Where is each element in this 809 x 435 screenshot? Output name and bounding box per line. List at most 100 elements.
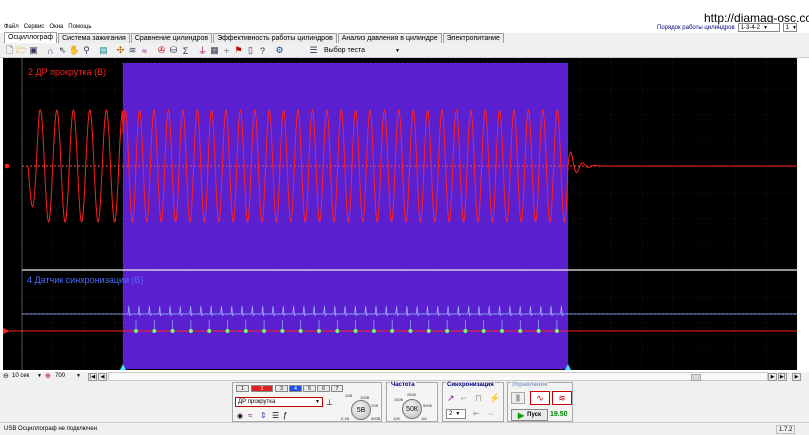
sync-marker: [152, 329, 157, 333]
open-folder-icon[interactable]: 🗁: [16, 45, 27, 56]
channel-button-6[interactable]: 6: [317, 385, 330, 392]
chevron-down-icon: ▼: [395, 47, 400, 54]
pause-button[interactable]: ||: [511, 392, 525, 404]
channel-button-5[interactable]: 5: [303, 385, 316, 392]
sync-level-icon[interactable]: ⇤: [473, 409, 480, 418]
channel-settings: 1 2 3 4 5 6 7 ДР прокрутка ▼ ⊥ ◉ ≈ ⇕ ☰ ƒ…: [232, 382, 382, 422]
selection-region[interactable]: [123, 63, 568, 369]
tab-ignition[interactable]: Система зажигания: [58, 33, 130, 43]
oscilloscope-view[interactable]: 2 ДР прокрутка (В) 4 Датчик синхронизаци…: [0, 58, 809, 372]
chevron-down-icon[interactable]: ▼: [37, 373, 42, 379]
channel-name-select[interactable]: ДР прокрутка ▼: [235, 397, 323, 407]
sync-marker: [335, 329, 340, 333]
cylinder-icon[interactable]: ⛁: [168, 45, 179, 56]
sync-marker: [371, 329, 376, 333]
flag-icon[interactable]: ⚑: [233, 45, 244, 56]
menu-file[interactable]: Файл: [4, 24, 19, 30]
horizontal-scrollbar[interactable]: [108, 372, 768, 381]
tab-cylinder-compare[interactable]: Сравнение цилиндров: [130, 33, 213, 43]
sync-falling-icon[interactable]: ⌐: [461, 393, 466, 403]
start-button[interactable]: ▶ Пуск: [511, 409, 548, 421]
scroll-prev-button[interactable]: ◀: [98, 373, 107, 381]
scroll-thumb[interactable]: [691, 374, 701, 381]
list-icon[interactable]: ☰: [272, 411, 279, 420]
formula-icon[interactable]: ƒ: [283, 411, 287, 420]
channel-button-3[interactable]: 3: [275, 385, 288, 392]
sync-title: Синхронизация: [446, 382, 495, 388]
chevron-down-icon: ▼: [792, 24, 797, 31]
ch1-offset-handle[interactable]: [4, 163, 10, 169]
frequency-knob[interactable]: 50К: [402, 399, 422, 419]
oscilloscope-canvas[interactable]: [0, 58, 809, 372]
frequency-tick-100k: 100К: [394, 397, 404, 402]
tab-power-supply[interactable]: Электропитание: [442, 33, 504, 43]
sync-rising-icon[interactable]: ↗: [447, 393, 455, 404]
test-select[interactable]: ☰ Выбор теста ▼: [308, 45, 402, 56]
grid-wave-icon[interactable]: ≋: [127, 45, 138, 56]
eye-icon[interactable]: ◉: [237, 412, 243, 420]
capture-icon[interactable]: ▤: [98, 45, 109, 56]
multi-wave-icon: ≋: [558, 393, 566, 403]
probe-icon[interactable]: ⊥: [326, 398, 333, 407]
table-icon[interactable]: ▦: [209, 45, 220, 56]
scroll-first-button[interactable]: |◀: [88, 373, 97, 381]
frequency-tick-250k: 250К: [407, 392, 417, 397]
channel-button-2[interactable]: 2: [251, 385, 273, 392]
settings-icon[interactable]: ⚙: [274, 45, 285, 56]
hand-icon[interactable]: ✋: [69, 45, 80, 56]
channel-button-4[interactable]: 4: [289, 385, 302, 392]
start-label: Пуск: [527, 412, 541, 418]
channel-button-7[interactable]: 7: [331, 385, 343, 392]
frequency-title: Частота: [390, 382, 416, 388]
voltage-knob-value: 5В: [356, 406, 366, 414]
single-wave-button[interactable]: ∿: [530, 391, 550, 405]
fan-icon[interactable]: ✇: [156, 45, 167, 56]
new-file-icon[interactable]: 🗋: [4, 45, 15, 56]
voltage-knob[interactable]: 5В: [351, 400, 371, 420]
dc-icon[interactable]: ⇕: [260, 411, 267, 420]
timebase-value[interactable]: 10 сек: [12, 373, 29, 379]
wave-compare-icon[interactable]: ≈: [139, 45, 150, 56]
menu-help[interactable]: Помощь: [68, 24, 91, 30]
tab-oscilloscope[interactable]: Осциллограф: [4, 32, 58, 43]
sync-channel-select[interactable]: 2 ▼: [446, 409, 466, 419]
cylinder-count-select[interactable]: 1 ▼: [782, 23, 797, 32]
sync-marker: [243, 329, 248, 333]
tab-pressure-analysis[interactable]: Анализ давления в цилиндре: [337, 33, 442, 43]
save-icon[interactable]: ▣: [28, 45, 39, 56]
continuous-wave-button[interactable]: ≋: [552, 391, 572, 405]
toolbar: 🗋 🗁 ▣ ∩ ⇖ ✋ ⚲ ▤ ✣ ≋ ≈ ✇ ⛁ Σ ⏚ ▦ ÷ ⚑ ▯ ? …: [0, 44, 809, 58]
sync-pulse-icon[interactable]: ⊓: [475, 393, 482, 404]
zoom-value[interactable]: 700: [55, 373, 65, 379]
divide-icon[interactable]: ÷: [221, 45, 232, 56]
cylinder-order: Порядок работы цилиндров 1-3-4-2 ▼ 1 ▼: [657, 23, 797, 32]
channel-button-1[interactable]: 1: [236, 385, 249, 392]
cursor-icon[interactable]: ⇖: [57, 45, 68, 56]
cylinder-order-label: Порядок работы цилиндров: [657, 24, 735, 31]
menu-windows[interactable]: Окна: [49, 24, 63, 30]
info-icon[interactable]: ?: [257, 45, 268, 56]
frequency-tick-10k: 10K: [393, 416, 401, 421]
sync-auto-icon[interactable]: ⚡: [489, 393, 500, 404]
page-icon[interactable]: ▯: [245, 45, 256, 56]
zoom-icon[interactable]: ⚲: [81, 45, 92, 56]
invert-icon[interactable]: ≈: [248, 411, 252, 420]
zoom-in-icon[interactable]: ⊕: [45, 372, 51, 380]
filter-icon[interactable]: ⏚: [197, 45, 208, 56]
zoom-out-icon[interactable]: ⊖: [3, 372, 9, 380]
sync-expand-icon[interactable]: ⇔: [487, 409, 495, 418]
headphones-icon[interactable]: ∩: [45, 45, 56, 56]
cylinder-order-select[interactable]: 1-3-4-2 ▼: [737, 23, 780, 32]
sync-marker: [390, 329, 395, 333]
center-icon[interactable]: ✣: [115, 45, 126, 56]
sync-marker: [188, 329, 193, 333]
scroll-next-button[interactable]: ▶: [768, 373, 777, 381]
menu-service[interactable]: Сервис: [24, 24, 45, 30]
voltage-tick-500v: 500В: [371, 416, 381, 421]
scroll-right-button[interactable]: ▶: [792, 373, 801, 381]
tab-cylinder-efficiency[interactable]: Эффективность работы цилиндров: [213, 33, 337, 43]
chevron-down-icon[interactable]: ▼: [76, 373, 81, 379]
test-select-combo[interactable]: Выбор теста ▼: [322, 46, 402, 56]
scroll-last-button[interactable]: ▶|: [778, 373, 787, 381]
math-icon[interactable]: Σ: [180, 45, 191, 56]
